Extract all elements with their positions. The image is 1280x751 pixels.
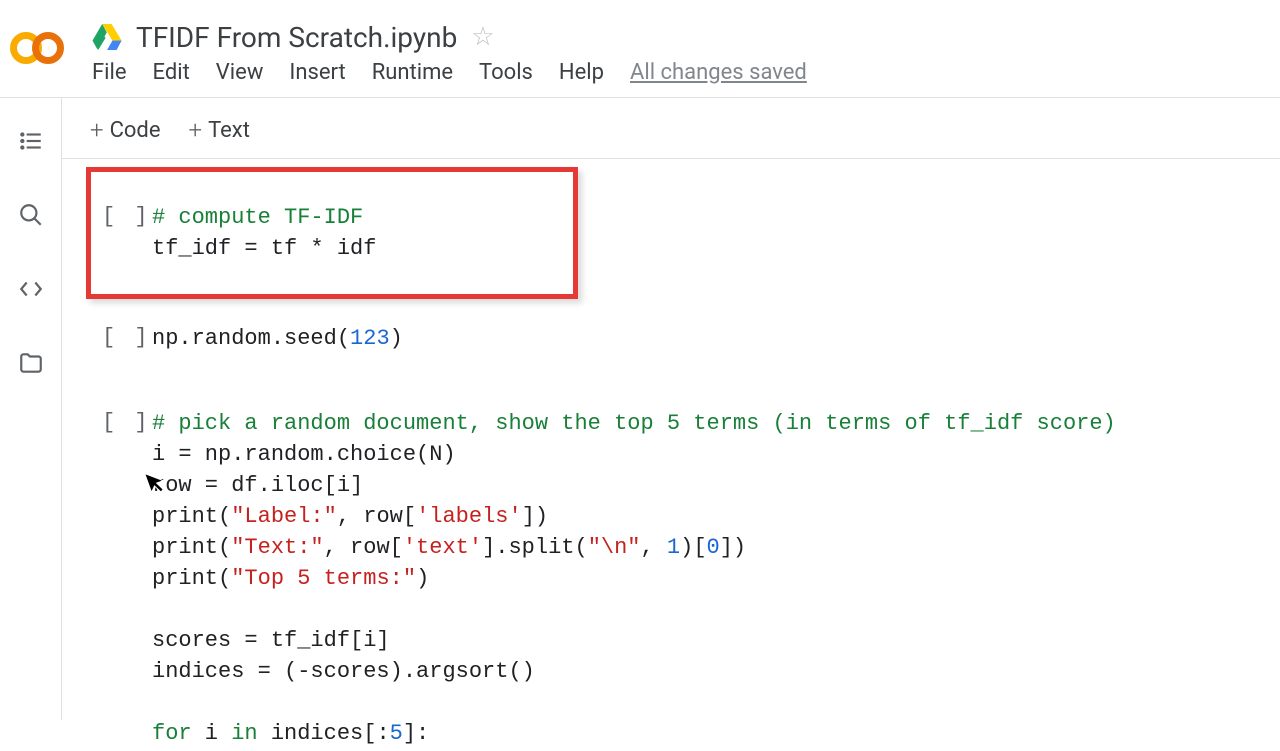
header: TFIDF From Scratch.ipynb ☆ File Edit Vie… — [0, 0, 1280, 98]
main-menu: File Edit View Insert Runtime Tools Help… — [92, 60, 1270, 85]
code-cell[interactable]: [ ] # compute TF-IDF tf_idf = tf * idf — [86, 167, 578, 299]
add-text-button[interactable]: + Text — [189, 116, 250, 144]
run-bracket[interactable]: [ ] — [102, 323, 152, 354]
menu-runtime[interactable]: Runtime — [372, 60, 453, 85]
code-cell[interactable]: [ ] np.random.seed(123) — [86, 311, 1280, 366]
code-cell[interactable]: [ ] # pick a random document, show the t… — [86, 394, 1280, 751]
code-editor[interactable]: np.random.seed(123) — [152, 323, 403, 354]
cell-toolbar: + Code + Text — [62, 98, 1280, 159]
colab-logo — [10, 28, 66, 68]
menu-help[interactable]: Help — [559, 60, 604, 85]
files-icon[interactable] — [18, 350, 44, 376]
toc-icon[interactable] — [18, 128, 44, 154]
notebook-content: + Code + Text [ ] # compute TF-IDF tf_id… — [62, 98, 1280, 720]
menu-tools[interactable]: Tools — [479, 60, 533, 85]
search-icon[interactable] — [18, 202, 44, 228]
run-bracket[interactable]: [ ] — [102, 408, 152, 749]
notebook-title[interactable]: TFIDF From Scratch.ipynb — [136, 21, 457, 54]
menu-file[interactable]: File — [92, 60, 127, 85]
run-bracket[interactable]: [ ] — [102, 202, 152, 264]
code-editor[interactable]: # compute TF-IDF tf_idf = tf * idf — [152, 202, 376, 264]
add-code-button[interactable]: + Code — [90, 116, 161, 144]
plus-icon: + — [189, 116, 203, 144]
menu-view[interactable]: View — [216, 60, 264, 85]
add-text-label: Text — [208, 118, 250, 143]
drive-icon — [92, 24, 122, 50]
snippets-icon[interactable] — [18, 276, 44, 302]
menu-insert[interactable]: Insert — [289, 60, 345, 85]
star-icon[interactable]: ☆ — [471, 22, 494, 52]
plus-icon: + — [90, 116, 104, 144]
menu-edit[interactable]: Edit — [153, 60, 190, 85]
save-status[interactable]: All changes saved — [630, 60, 807, 85]
code-editor[interactable]: # pick a random document, show the top 5… — [152, 408, 1116, 749]
add-code-label: Code — [110, 118, 161, 143]
left-sidebar — [0, 98, 62, 720]
